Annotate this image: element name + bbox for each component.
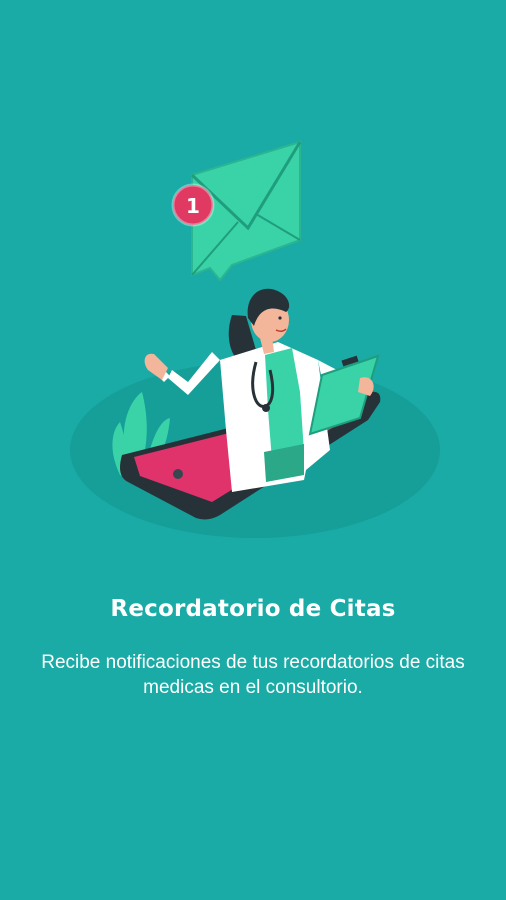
notification-badge: 1	[171, 183, 215, 227]
onboarding-description: Recibe notificaciones de tus recordatori…	[41, 652, 465, 698]
doctor-illustration: 1	[70, 140, 440, 538]
onboarding-screen: 1 Recordatorio de Citas Recibe notificac…	[0, 0, 506, 900]
onboarding-title: Recordatorio de Citas	[110, 596, 396, 622]
notification-badge-count: 1	[186, 194, 200, 218]
